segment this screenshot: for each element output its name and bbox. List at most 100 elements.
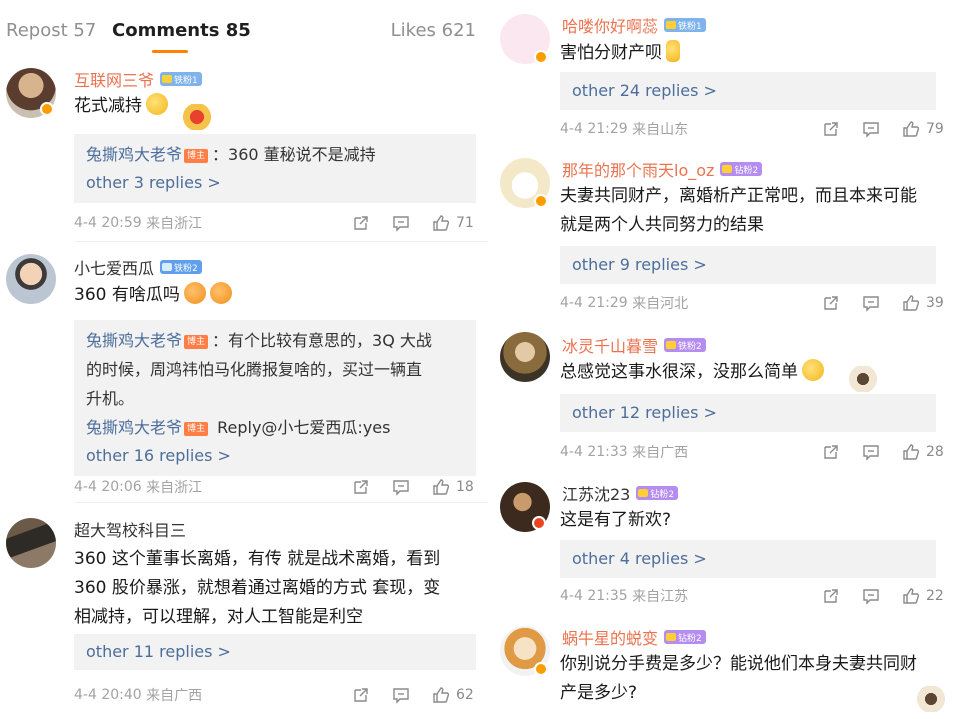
like-count: 71 bbox=[456, 215, 474, 231]
comment-text: 360 这个董事长离婚，有传 就是战术离婚，看到 360 股价暴涨，就想着通过离… bbox=[74, 545, 484, 632]
comment-time: 4-4 21:33 bbox=[560, 444, 628, 460]
other-replies-link[interactable]: other 4 replies > bbox=[572, 542, 924, 576]
share-button[interactable] bbox=[352, 214, 370, 232]
emoji-icon bbox=[666, 40, 680, 62]
comment-header: 冰灵千山暮雪 铁粉2 bbox=[562, 334, 706, 356]
comment-time: 4-4 20:40 bbox=[74, 687, 142, 703]
username[interactable]: 互联网三爷 bbox=[74, 67, 154, 91]
comment-time: 4-4 20:06 bbox=[74, 479, 142, 495]
fan-badge-label: 钻粉2 bbox=[678, 633, 702, 644]
comment-time: 4-4 20:59 bbox=[74, 215, 142, 231]
reply-button[interactable] bbox=[862, 294, 880, 312]
like-button[interactable]: 79 bbox=[902, 120, 944, 138]
other-replies-link[interactable]: other 3 replies > bbox=[86, 169, 464, 197]
reply-author[interactable]: 兔撕鸡大老爷 bbox=[86, 418, 182, 437]
reply-line: 兔撕鸡大老爷 博主 ：有个比较有意思的，3Q 大战 bbox=[86, 326, 464, 355]
comment-meta: 4-4 20:06 来自浙江 bbox=[74, 476, 202, 498]
reply-text: Reply@小七爱西瓜:yes bbox=[212, 418, 391, 437]
fan-badge: 铁粉2 bbox=[664, 338, 706, 352]
comment-icon bbox=[393, 688, 409, 704]
fan-badge: 钻粉2 bbox=[720, 162, 763, 176]
reply-button[interactable] bbox=[392, 214, 410, 232]
comment-text-line: 相减持，可以理解，对人工智能是利空 bbox=[74, 607, 363, 627]
action-bar: 79 bbox=[822, 118, 944, 140]
reply-author[interactable]: 兔撕鸡大老爷 bbox=[86, 331, 182, 350]
share-icon bbox=[824, 589, 838, 603]
share-button[interactable] bbox=[822, 587, 840, 605]
username[interactable]: 哈喽你好啊蕊 bbox=[562, 13, 658, 37]
reply-line: 的时候，周鸿祎怕马化腾报复啥的，买过一辆直 bbox=[86, 360, 423, 379]
other-replies-link[interactable]: other 16 replies > bbox=[86, 442, 464, 470]
reply-box[interactable]: other 24 replies > bbox=[560, 72, 936, 110]
like-button[interactable]: 71 bbox=[432, 214, 474, 232]
reply-box[interactable]: other 11 replies > bbox=[74, 634, 476, 670]
avatar[interactable] bbox=[500, 332, 550, 382]
sticker-icon bbox=[182, 104, 212, 130]
verified-badge-icon bbox=[534, 194, 548, 208]
other-replies-link[interactable]: other 12 replies > bbox=[572, 396, 924, 430]
other-replies-link[interactable]: other 24 replies > bbox=[572, 74, 924, 108]
like-button[interactable]: 39 bbox=[902, 294, 944, 312]
thumbs-up-icon bbox=[903, 295, 920, 311]
tab-comments[interactable]: Comments 85 bbox=[112, 20, 251, 41]
share-button[interactable] bbox=[822, 443, 840, 461]
tab-likes[interactable]: Likes 621 bbox=[391, 20, 476, 41]
crown-icon bbox=[666, 21, 677, 29]
other-replies-link[interactable]: other 9 replies > bbox=[572, 248, 924, 282]
share-icon bbox=[824, 445, 838, 459]
share-button[interactable] bbox=[822, 294, 840, 312]
avatar[interactable] bbox=[6, 254, 56, 304]
comment-item: 江苏沈23 钻粉2 这是有了新欢? other 4 replies > 4-4 … bbox=[496, 478, 960, 616]
tab-bar: Repost 57 Comments 85 Likes 621 bbox=[0, 0, 488, 60]
reply-box[interactable]: 兔撕鸡大老爷 博主 ：360 董秘说不是减持 other 3 replies > bbox=[74, 134, 476, 203]
share-button[interactable] bbox=[352, 686, 370, 704]
like-button[interactable]: 28 bbox=[902, 443, 944, 461]
reply-author[interactable]: 兔撕鸡大老爷 bbox=[86, 145, 182, 164]
share-button[interactable] bbox=[822, 120, 840, 138]
comment-source: 来自江苏 bbox=[632, 589, 689, 605]
thumbs-up-icon bbox=[903, 444, 920, 460]
crown-icon bbox=[666, 341, 677, 349]
reply-button[interactable] bbox=[862, 587, 880, 605]
like-button[interactable]: 22 bbox=[902, 587, 944, 605]
doge-emoji-icon bbox=[146, 93, 168, 115]
other-replies-link[interactable]: other 11 replies > bbox=[86, 636, 464, 668]
share-icon bbox=[824, 296, 838, 310]
thumbs-up-icon bbox=[433, 687, 450, 703]
username[interactable]: 冰灵千山暮雪 bbox=[562, 333, 658, 357]
comment-icon bbox=[863, 445, 879, 461]
thumbs-up-icon bbox=[903, 121, 920, 137]
reply-box[interactable]: other 12 replies > bbox=[560, 394, 936, 432]
comment-time: 4-4 21:29 bbox=[560, 121, 628, 137]
reply-box[interactable]: other 9 replies > bbox=[560, 246, 936, 284]
share-button[interactable] bbox=[352, 478, 370, 496]
comment-item: 蜗牛星的蜕变 钻粉2 你别说分手费是多少？能说他们本身夫妻共同财 产是多少? bbox=[496, 624, 960, 719]
right-column: 哈喽你好啊蕊 铁粉1 害怕分财产呗 other 24 replies > 4-4… bbox=[496, 0, 960, 719]
fan-badge: 铁粉1 bbox=[664, 18, 706, 32]
username[interactable]: 小七爱西瓜 bbox=[74, 255, 154, 279]
comment-icon bbox=[393, 216, 409, 232]
like-button[interactable]: 18 bbox=[432, 478, 474, 496]
username[interactable]: 蜗牛星的蜕变 bbox=[562, 625, 658, 649]
sticker-icon bbox=[848, 366, 878, 392]
reply-button[interactable] bbox=[862, 443, 880, 461]
like-button[interactable]: 62 bbox=[432, 686, 474, 704]
reply-button[interactable] bbox=[392, 686, 410, 704]
action-bar: 39 bbox=[822, 292, 944, 314]
comment-source: 来自浙江 bbox=[146, 216, 203, 232]
reply-button[interactable] bbox=[392, 478, 410, 496]
comment-text-line: 产是多少? bbox=[560, 683, 638, 703]
reply-box[interactable]: other 4 replies > bbox=[560, 540, 936, 578]
username[interactable]: 江苏沈23 bbox=[562, 481, 630, 505]
tab-repost[interactable]: Repost 57 bbox=[6, 20, 96, 41]
username[interactable]: 那年的那个雨天lo_oz bbox=[562, 157, 714, 181]
comment-text-line: 360 这个董事长离婚，有传 就是战术离婚，看到 bbox=[74, 549, 441, 569]
avatar[interactable] bbox=[6, 518, 56, 568]
reply-box[interactable]: 兔撕鸡大老爷 博主 ：有个比较有意思的，3Q 大战 的时候，周鸿祎怕马化腾报复啥的，… bbox=[74, 320, 476, 476]
host-badge: 博主 bbox=[184, 422, 209, 436]
eating-melon-emoji-icon bbox=[183, 282, 206, 304]
username[interactable]: 超大驾校科目三 bbox=[74, 517, 186, 541]
thumbs-up-icon bbox=[433, 479, 450, 495]
reply-button[interactable] bbox=[862, 120, 880, 138]
comment-item: 冰灵千山暮雪 铁粉2 总感觉这事水很深，没那么简单 other 12 repli… bbox=[496, 330, 960, 470]
